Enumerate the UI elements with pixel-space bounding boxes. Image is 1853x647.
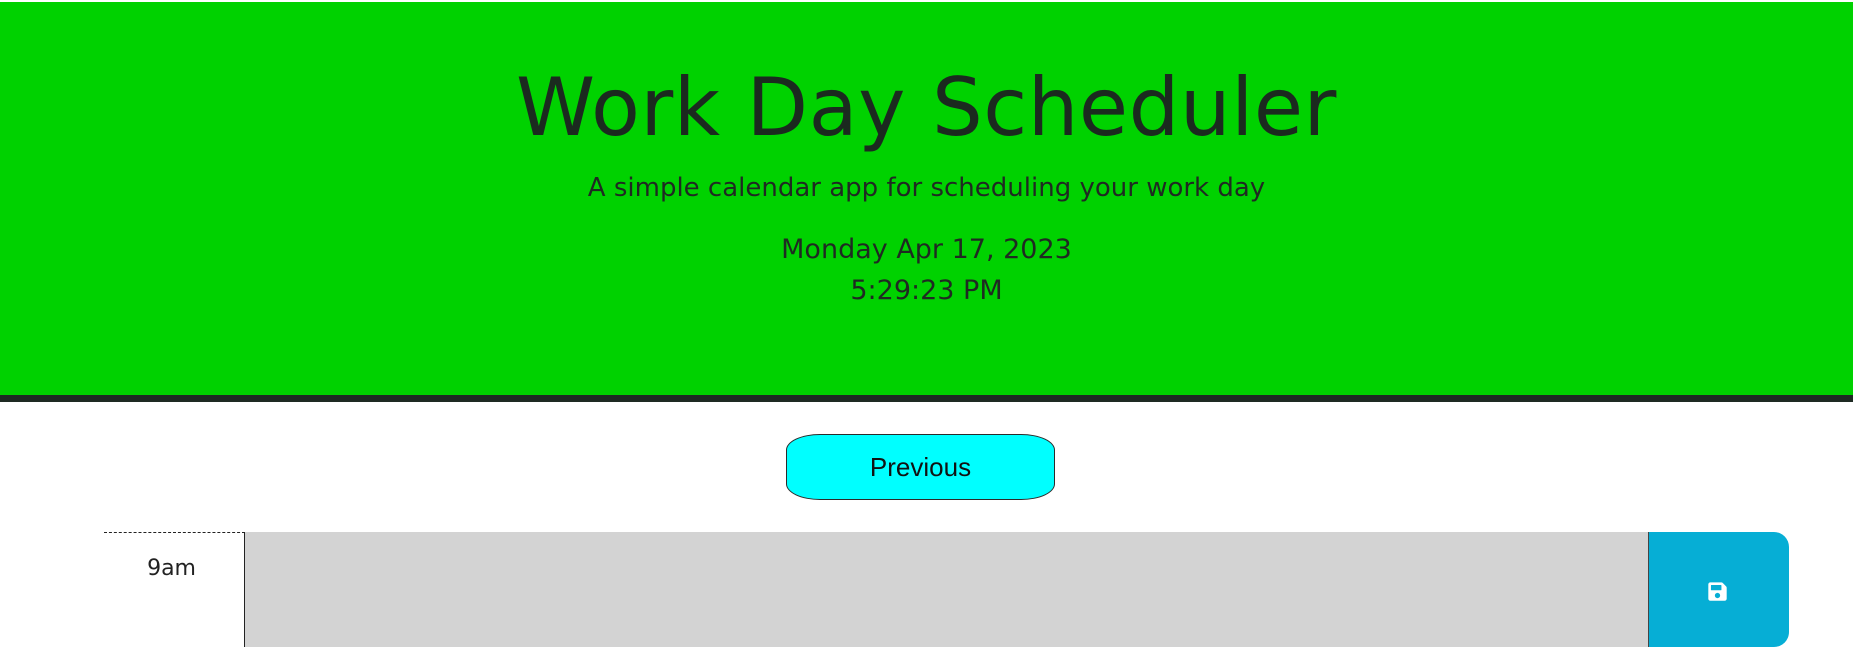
page-subtitle: A simple calendar app for scheduling you… [587, 173, 1266, 203]
previous-button[interactable]: Previous [786, 434, 1055, 500]
page-title: Work Day Scheduler [516, 61, 1337, 154]
hour-cell: 9am [104, 532, 245, 647]
floppy-disk-icon [1708, 582, 1727, 601]
save-button[interactable] [1649, 532, 1789, 647]
hour-label: 9am [147, 556, 196, 581]
current-date: Monday Apr 17, 2023 [781, 234, 1072, 265]
header-banner: Work Day Scheduler A simple calendar app… [0, 2, 1853, 402]
event-description-input[interactable] [245, 532, 1649, 647]
current-time: 5:29:23 PM [850, 275, 1003, 306]
time-block-row: 9am [104, 532, 1789, 647]
